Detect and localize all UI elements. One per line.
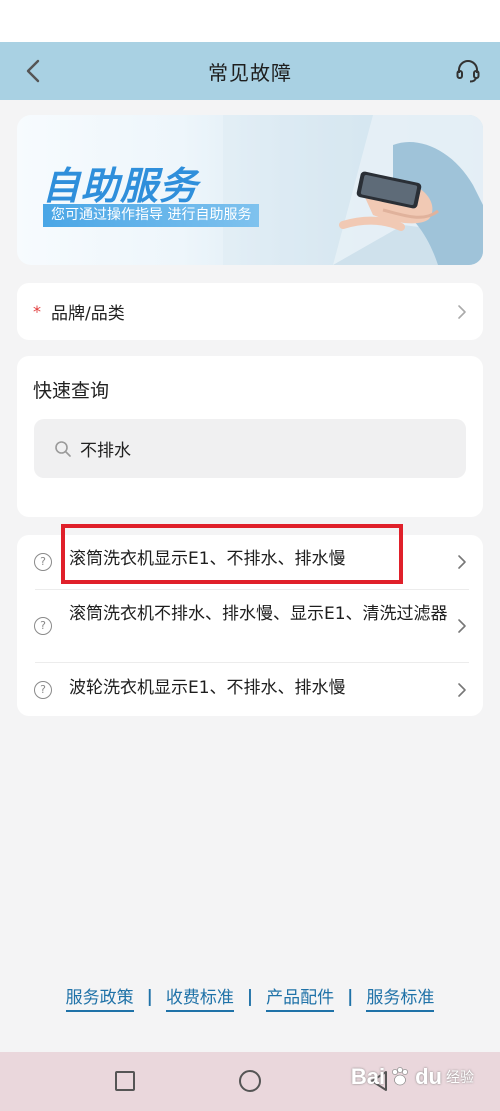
self-service-banner[interactable]: 自助服务 您可通过操作指导 进行自助服务 (17, 115, 483, 265)
chevron-right-icon (458, 682, 466, 697)
question-icon: ? (34, 681, 52, 699)
link-service-standard[interactable]: 服务标准 (366, 983, 435, 1012)
required-mark: * (33, 302, 41, 321)
chevron-right-icon (458, 555, 466, 569)
customer-service-button[interactable] (452, 55, 484, 87)
brand-category-label: 品牌/品类 (51, 304, 125, 324)
link-product-parts[interactable]: 产品配件 (266, 983, 335, 1012)
search-icon (54, 440, 72, 458)
recent-apps-button[interactable] (113, 1069, 137, 1093)
separator: | (246, 987, 254, 1007)
footer-links: 服务政策 | 收费标准 | 产品配件 | 服务标准 (0, 982, 500, 1012)
back-button[interactable] (18, 56, 48, 86)
baidu-jingyan-watermark: Bai du 经验 (351, 1064, 474, 1090)
search-value: 不排水 (80, 441, 131, 461)
result-text: 波轮洗衣机显示E1、不排水、排水慢 (69, 678, 346, 698)
separator: | (347, 987, 354, 1007)
result-item[interactable]: ? 滚筒洗衣机不排水、排水慢、显示E1、清洗过滤器 (17, 590, 483, 662)
banner-title: 自助服务 (42, 164, 199, 208)
quick-query-card: 快速查询 不排水 (17, 356, 483, 517)
result-text: 滚筒洗衣机不排水、排水慢、显示E1、清洗过滤器 (69, 604, 448, 624)
square-icon (115, 1071, 135, 1091)
highlight-annotation (61, 524, 403, 584)
page-title: 常见故障 (208, 60, 292, 85)
system-navigation-bar: Bai du 经验 (0, 1052, 500, 1111)
link-fee-standard[interactable]: 收费标准 (165, 983, 234, 1012)
paw-icon (392, 1067, 409, 1086)
quick-query-title: 快速查询 (33, 380, 110, 402)
circle-icon (239, 1070, 261, 1092)
brand-category-selector[interactable]: * 品牌/品类 (17, 283, 483, 340)
link-service-policy[interactable]: 服务政策 (65, 983, 134, 1012)
top-nav-bar: 常见故障 (0, 42, 500, 100)
banner-subtitle: 您可通过操作指导 进行自助服务 (43, 204, 260, 227)
hand-holding-phone-illustration (223, 115, 483, 265)
watermark-brand: Bai (350, 1064, 386, 1089)
question-icon: ? (34, 617, 52, 635)
chevron-right-icon (458, 619, 466, 633)
search-input[interactable]: 不排水 (34, 419, 466, 478)
question-icon: ? (34, 553, 52, 571)
result-item[interactable]: ? 波轮洗衣机显示E1、不排水、排水慢 (17, 663, 483, 716)
separator: | (146, 987, 153, 1007)
watermark-sub: 经验 (446, 1070, 474, 1086)
chevron-left-icon (26, 59, 40, 83)
watermark-brand-2: du (415, 1064, 442, 1089)
status-bar (0, 0, 500, 42)
chevron-right-icon (458, 304, 466, 319)
home-button[interactable] (238, 1069, 262, 1093)
headset-icon (456, 60, 480, 83)
